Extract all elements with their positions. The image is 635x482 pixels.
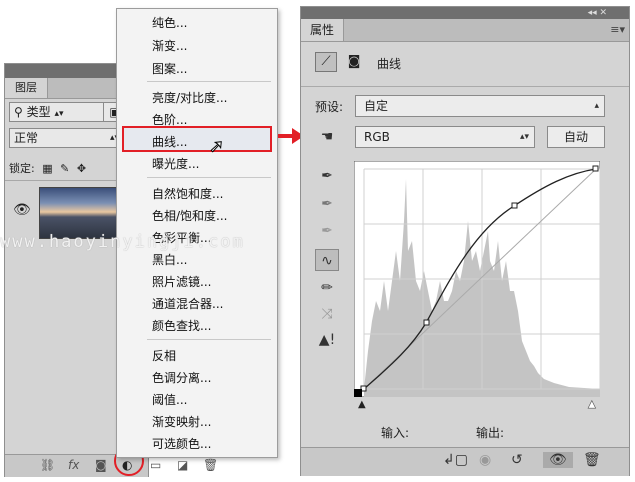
- white-eyedropper-icon[interactable]: ✒: [315, 220, 339, 242]
- pencil-icon[interactable]: ✏: [315, 277, 339, 299]
- search-icon: ⚲: [14, 105, 23, 119]
- menu-item-posterize[interactable]: 色调分离...: [152, 369, 211, 386]
- white-point-slider-icon[interactable]: ▲: [588, 399, 596, 411]
- blend-mode-value: 正常: [14, 131, 39, 145]
- lock-row: 锁定: ▦ ✎ ✥: [9, 160, 86, 176]
- clipping-warning-icon[interactable]: ▲!: [315, 329, 339, 351]
- menu-divider: [147, 177, 271, 178]
- lock-label: 锁定:: [9, 162, 35, 175]
- black-eyedropper-icon[interactable]: ✒: [315, 165, 339, 187]
- layer-filter-select[interactable]: ⚲ 类型 ▴▾: [9, 102, 114, 122]
- black-point-slider-icon[interactable]: ▲: [358, 399, 366, 410]
- new-layer-icon[interactable]: ◪: [177, 458, 188, 472]
- watermark: www.haoyinyingji.com: [0, 232, 245, 252]
- fx-icon[interactable]: fx: [68, 458, 79, 472]
- lock-move-icon[interactable]: ✥: [77, 162, 86, 175]
- preset-label: 预设:: [315, 100, 344, 114]
- menu-item-vibrance[interactable]: 自然饱和度...: [152, 185, 223, 202]
- menu-item-solid-color[interactable]: 纯色...: [152, 14, 187, 31]
- curve-point: [592, 165, 599, 172]
- highlight-box: [122, 126, 272, 152]
- menu-item-threshold[interactable]: 阈值...: [152, 391, 187, 408]
- menu-divider: [147, 81, 271, 82]
- properties-tab-bar: [301, 19, 629, 42]
- blend-mode-select[interactable]: 正常 ▴▾: [9, 128, 124, 148]
- auto-button[interactable]: 自动: [547, 126, 605, 148]
- menu-item-curves[interactable]: 曲线...: [152, 133, 187, 150]
- channel-value: RGB: [364, 130, 390, 144]
- folder-icon[interactable]: ▭: [150, 458, 161, 472]
- menu-item-levels[interactable]: 色阶...: [152, 111, 187, 128]
- pointer-cursor-icon: ➚: [208, 136, 225, 158]
- menu-item-photo-filter[interactable]: 照片滤镜...: [152, 273, 211, 290]
- panel-menu-icon[interactable]: ≡▾: [610, 23, 625, 36]
- view-previous-icon[interactable]: ◉: [479, 452, 491, 468]
- menu-item-hue-saturation[interactable]: 色相/饱和度...: [152, 207, 228, 224]
- menu-item-black-white[interactable]: 黑白...: [152, 251, 187, 268]
- menu-item-color-lookup[interactable]: 颜色查找...: [152, 317, 211, 334]
- chevron-updown-icon: ▴: [594, 101, 599, 111]
- output-label: 输出:: [476, 426, 505, 440]
- divider: [301, 86, 629, 87]
- curve-graph[interactable]: [354, 161, 600, 397]
- layer-filter-label: 类型: [26, 105, 51, 119]
- collapse-icon[interactable]: ◂◂ ✕: [588, 8, 607, 18]
- channel-select[interactable]: RGB ▴▾: [355, 126, 535, 148]
- black-to-white-gradient: [354, 389, 362, 397]
- mask-icon[interactable]: ◙: [95, 458, 107, 472]
- menu-item-exposure[interactable]: 曝光度...: [152, 155, 199, 172]
- tab-layers[interactable]: 图层: [5, 78, 48, 98]
- chevron-updown-icon: ▴▾: [519, 132, 529, 142]
- input-label: 输入:: [381, 426, 410, 440]
- link-icon[interactable]: ⛓: [40, 458, 55, 472]
- lock-brush-icon[interactable]: ✎: [60, 162, 69, 175]
- properties-panel: ◂◂ ✕ 属性 ≡▾ ⟋ ◙ 曲线 预设: 自定 ▴ ☚ RGB ▴▾ 自动 ✒…: [300, 6, 630, 476]
- menu-item-invert[interactable]: 反相: [152, 347, 176, 364]
- menu-item-gradient-map[interactable]: 渐变映射...: [152, 413, 211, 430]
- tab-properties[interactable]: 属性: [301, 19, 344, 41]
- reset-icon[interactable]: ↺: [511, 452, 523, 468]
- menu-item-gradient[interactable]: 渐变...: [152, 37, 187, 54]
- chevron-down-icon: ▴▾: [54, 109, 64, 119]
- preset-select[interactable]: 自定 ▴: [355, 95, 605, 117]
- menu-item-channel-mixer[interactable]: 通道混合器...: [152, 295, 223, 312]
- menu-item-selective-color[interactable]: 可选颜色...: [152, 435, 211, 452]
- clip-to-layer-icon[interactable]: ↲▢: [443, 452, 468, 468]
- curve-point: [511, 202, 518, 209]
- layer-mask-icon[interactable]: ◙: [343, 52, 365, 72]
- menu-item-pattern[interactable]: 图案...: [152, 60, 187, 77]
- curves-adjustment-icon[interactable]: ⟋: [315, 52, 337, 72]
- hand-target-icon[interactable]: ☚: [315, 126, 339, 148]
- curve-point-icon[interactable]: ∿: [315, 249, 339, 271]
- properties-bottom-bar: ↲▢ ◉ ↺ 👁 🗑: [301, 447, 629, 476]
- panel-title: 曲线: [377, 57, 402, 71]
- trash-icon[interactable]: 🗑: [203, 458, 218, 472]
- smooth-icon[interactable]: ⤨: [315, 303, 339, 325]
- lock-transparent-icon[interactable]: ▦: [42, 162, 52, 175]
- eye-icon[interactable]: 👁: [13, 202, 31, 218]
- gray-eyedropper-icon[interactable]: ✒: [315, 193, 339, 215]
- curve-point: [423, 319, 430, 326]
- menu-divider: [147, 339, 271, 340]
- preset-value: 自定: [364, 99, 389, 113]
- menu-item-brightness[interactable]: 亮度/对比度...: [152, 89, 228, 106]
- trash-icon[interactable]: 🗑: [583, 452, 601, 468]
- properties-panel-header: [301, 7, 629, 19]
- visibility-icon[interactable]: 👁: [543, 452, 573, 468]
